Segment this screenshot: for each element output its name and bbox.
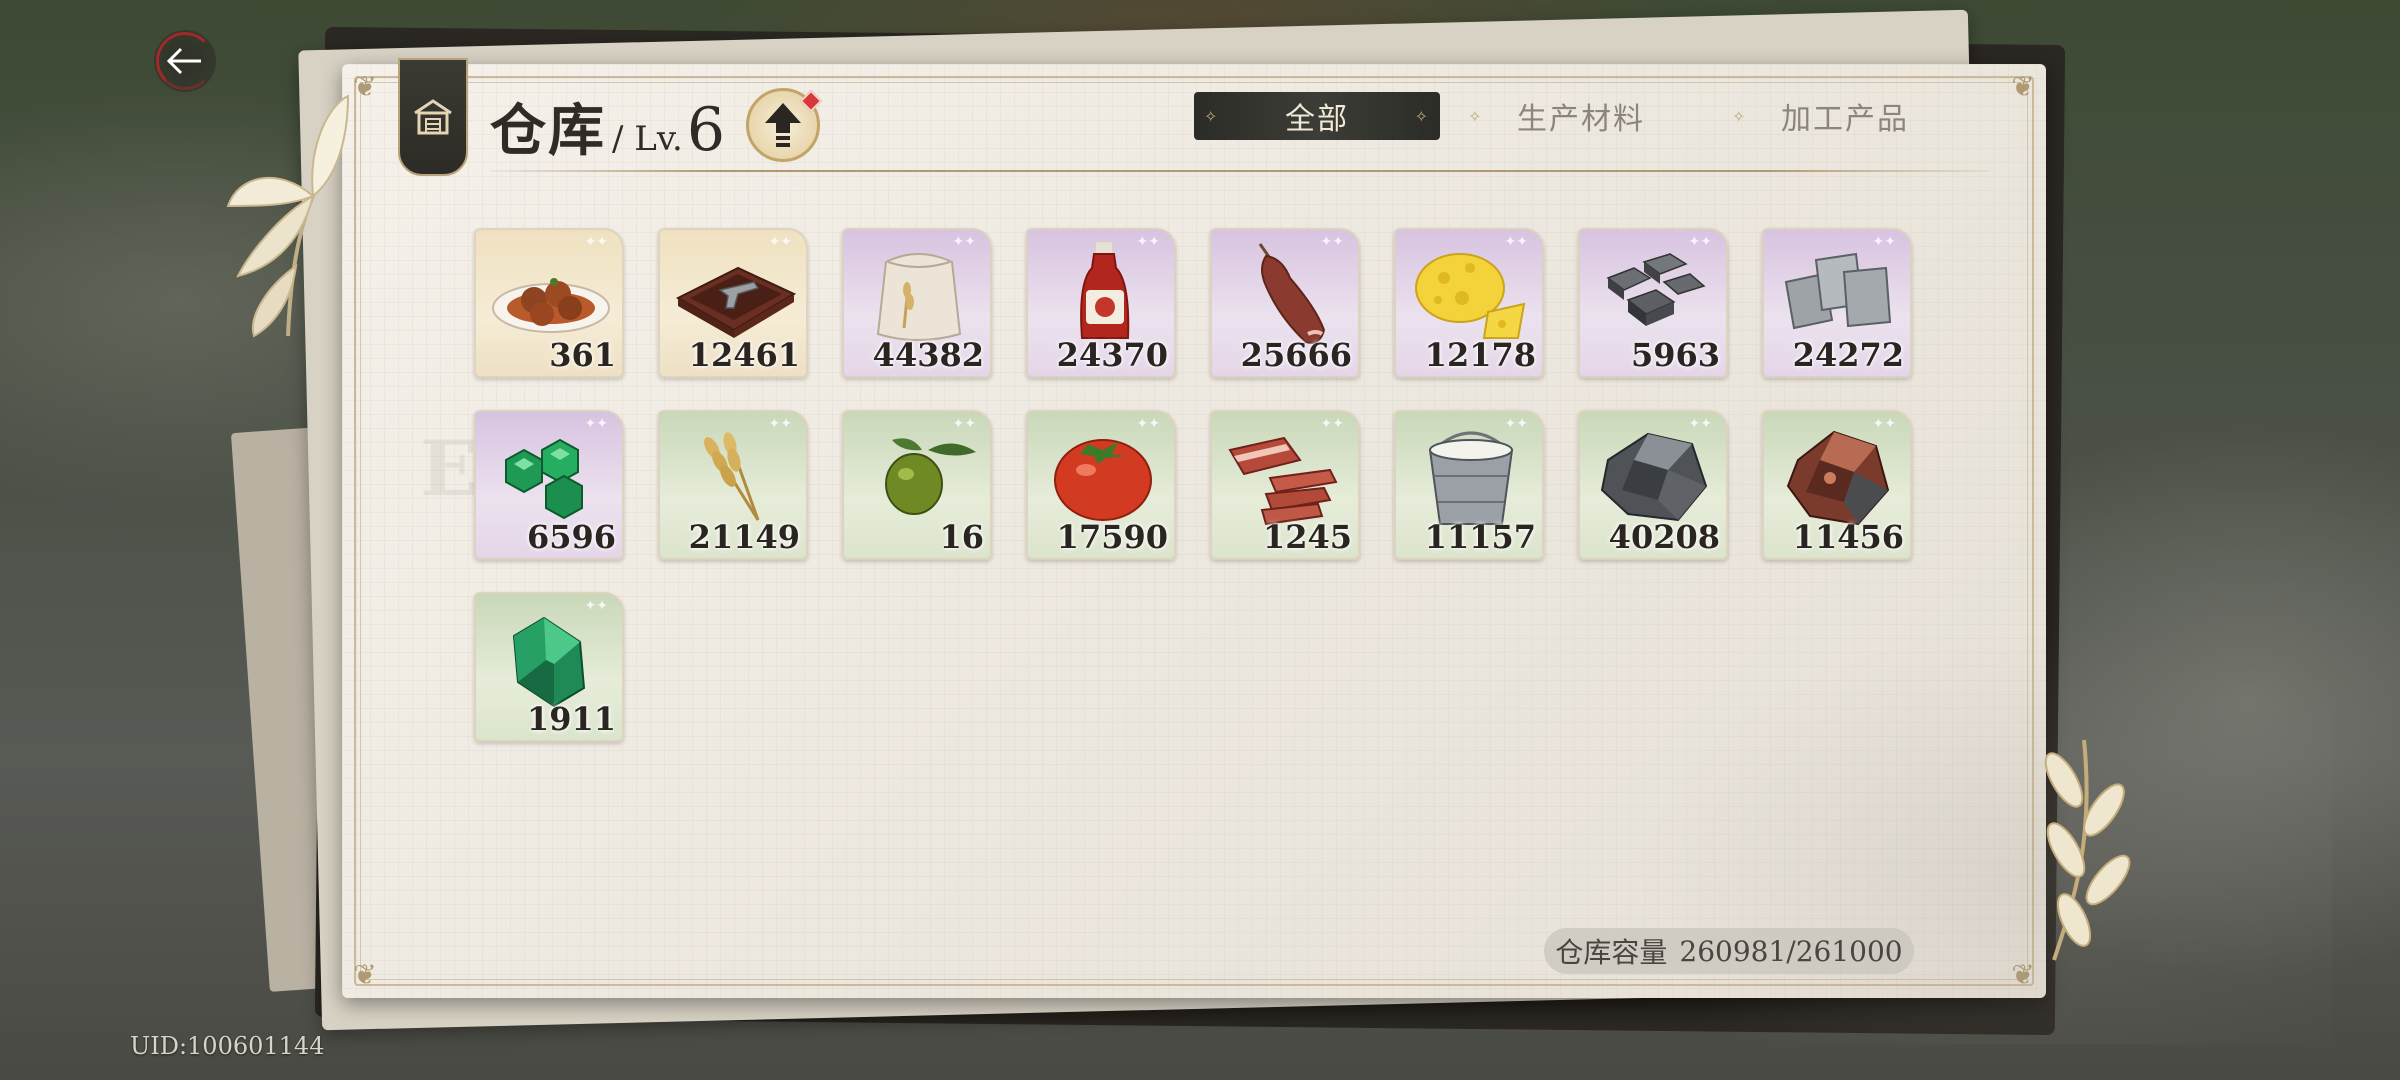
item-slot[interactable]: ✦✦ 11157: [1394, 410, 1544, 560]
tab-processed-products[interactable]: ✧ 加工产品: [1722, 92, 1968, 140]
upgrade-button[interactable]: [746, 88, 823, 162]
sparkle-icon: ✧: [1204, 106, 1220, 126]
item-grid: ✦✦ 361 ✦✦ 12461 ✦✦ 44382 ✦✦ 24370 ✦✦ 256…: [474, 228, 1912, 742]
item-slot[interactable]: ✦✦ 24272: [1762, 228, 1912, 378]
sparkle-icon: ✧: [1414, 106, 1430, 126]
up-arrow-icon: [765, 103, 801, 147]
warehouse-bookmark: [398, 58, 468, 176]
category-tabs: ✧ 全部 ✧ ✧ 生产材料 ✧ 加工产品: [1194, 92, 1968, 140]
pistol-case-icon: [675, 266, 797, 338]
capacity-label: 仓库容量: [1555, 936, 1668, 969]
item-quantity: 12178: [1424, 336, 1536, 374]
tab-label: 全部: [1285, 102, 1349, 137]
ham-leg-icon: [1258, 243, 1326, 344]
sparkle-icon: ✧: [1732, 106, 1748, 126]
warehouse-icon: [414, 99, 452, 135]
flour-sack-icon: [876, 253, 962, 341]
item-slot[interactable]: ✦✦ 6596: [474, 410, 624, 560]
bacon-icon: [1228, 436, 1338, 526]
item-slot[interactable]: ✦✦ 21149: [658, 410, 808, 560]
item-slot[interactable]: ✦✦ 40208: [1578, 410, 1728, 560]
meatballs-plate-icon: [492, 278, 610, 333]
capacity-value: 260981/261000: [1679, 934, 1903, 968]
corner-ornament-icon: ❦: [353, 958, 377, 991]
emerald-gems-icon: [505, 438, 583, 520]
item-slot[interactable]: ✦✦ 12178: [1394, 228, 1544, 378]
corner-ornament-icon: ❦: [2011, 70, 2035, 103]
title-text: 仓库: [490, 98, 606, 164]
item-quantity: 5963: [1630, 336, 1720, 374]
cheese-icon: [1415, 253, 1526, 339]
iron-ingots-icon: [1606, 253, 1706, 326]
ketchup-bottle-icon: [1080, 242, 1130, 339]
item-slot[interactable]: ✦✦ 361: [474, 228, 624, 378]
item-quantity: 40208: [1608, 518, 1720, 556]
item-slot[interactable]: ✦✦ 11456: [1762, 410, 1912, 560]
warehouse-capacity: 仓库容量 260981/261000: [1544, 928, 1914, 974]
item-quantity: 1911: [526, 700, 616, 738]
item-slot[interactable]: ✦✦ 25666: [1210, 228, 1360, 378]
item-slot[interactable]: ✦✦ 17590: [1026, 410, 1176, 560]
item-quantity: 11456: [1792, 518, 1904, 556]
tab-label: 生产材料: [1517, 102, 1645, 137]
item-quantity: 1245: [1262, 518, 1352, 556]
item-quantity: 24272: [1792, 336, 1904, 374]
item-slot[interactable]: ✦✦ 12461: [658, 228, 808, 378]
laurel-branch-icon: [2044, 739, 2131, 961]
user-id: UID:100601144: [130, 1032, 325, 1060]
tab-production-materials[interactable]: ✧ 生产材料: [1458, 92, 1704, 140]
lily-flower-icon: [226, 94, 350, 338]
back-button[interactable]: [154, 30, 216, 92]
tab-label: 加工产品: [1781, 102, 1909, 137]
level-prefix: / Lv.: [612, 119, 683, 159]
item-quantity: 17590: [1056, 518, 1168, 556]
item-quantity: 25666: [1240, 336, 1352, 374]
item-slot[interactable]: ✦✦ 1911: [474, 592, 624, 742]
wheat-icon: [704, 432, 760, 521]
page-title: 仓库 / Lv. 6: [490, 86, 725, 167]
item-quantity: 16: [939, 518, 984, 556]
green-crystal-icon: [512, 616, 586, 708]
sparkle-icon: ✧: [1468, 106, 1484, 126]
steel-plates-icon: [1784, 252, 1892, 330]
item-slot[interactable]: ✦✦ 1245: [1210, 410, 1360, 560]
olive-icon: [885, 438, 976, 515]
item-slot[interactable]: ✦✦ 16: [842, 410, 992, 560]
tomato-icon: [1054, 439, 1152, 521]
copper-ore-icon: [1786, 430, 1890, 526]
milk-bucket-icon: [1428, 431, 1514, 525]
item-quantity: 44382: [872, 336, 984, 374]
background-watermark: E: [420, 424, 482, 513]
item-quantity: 6596: [526, 518, 616, 556]
item-quantity: 24370: [1056, 336, 1168, 374]
item-quantity: 12461: [688, 336, 800, 374]
header-divider: [490, 170, 1990, 172]
item-quantity: 21149: [688, 518, 800, 556]
item-slot[interactable]: ✦✦ 24370: [1026, 228, 1176, 378]
item-quantity: 361: [549, 336, 616, 374]
item-slot[interactable]: ✦✦ 44382: [842, 228, 992, 378]
level-value: 6: [686, 95, 726, 165]
item-slot[interactable]: ✦✦ 5963: [1578, 228, 1728, 378]
item-quantity: 11157: [1424, 518, 1536, 556]
tab-all[interactable]: ✧ 全部 ✧: [1194, 92, 1440, 140]
iron-ore-icon: [1600, 432, 1708, 522]
